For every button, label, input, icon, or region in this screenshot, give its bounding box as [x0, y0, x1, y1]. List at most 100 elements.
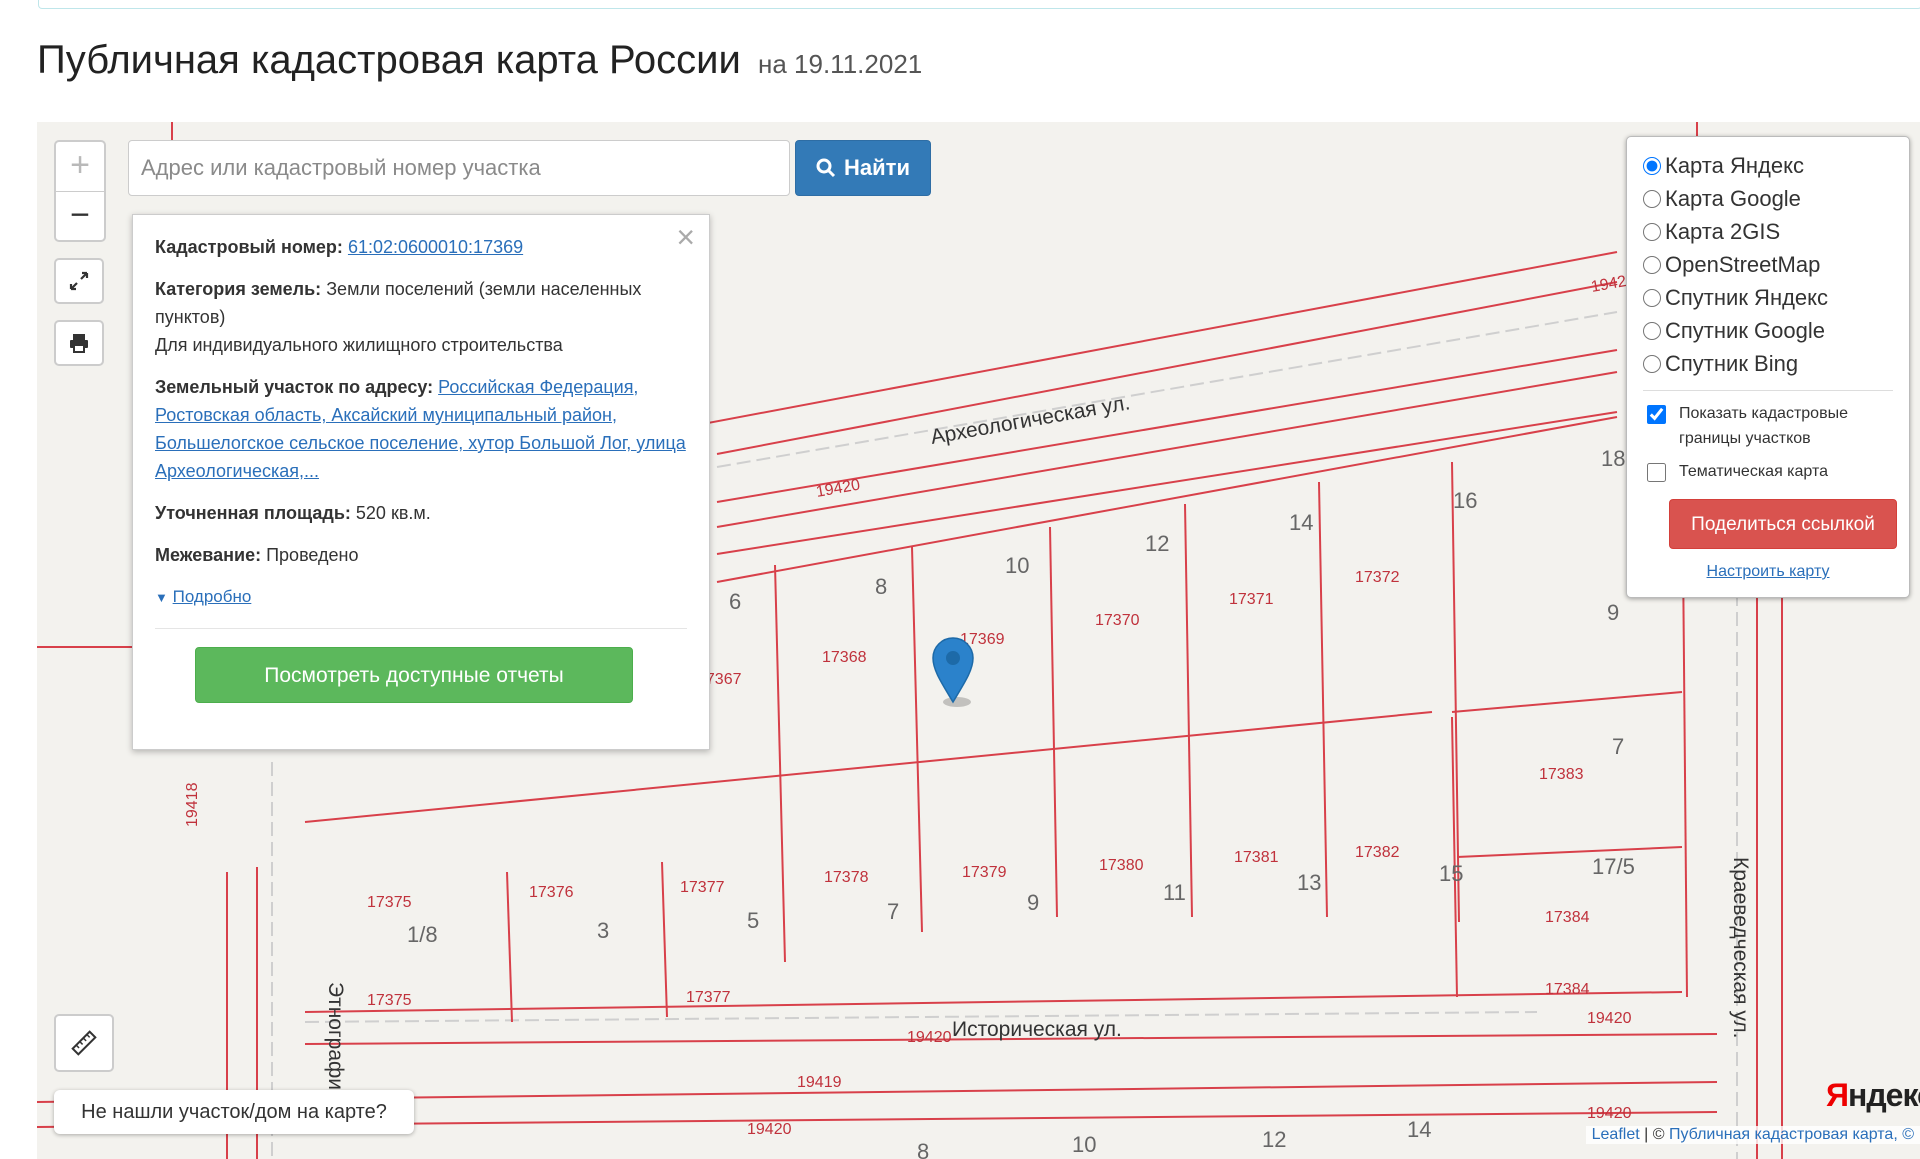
survey-label: Межевание: — [155, 545, 262, 565]
cadastral-number-link[interactable]: 61:02:0600010:17369 — [348, 237, 523, 257]
radio-google-map[interactable] — [1643, 189, 1661, 208]
svg-text:19418: 19418 — [184, 782, 201, 827]
svg-text:17371: 17371 — [1229, 591, 1274, 608]
layer-option-google-satellite[interactable]: Спутник Google — [1643, 314, 1893, 347]
usage-value: Для индивидуального жилищного строительс… — [155, 335, 563, 355]
svg-text:17384: 17384 — [1545, 909, 1590, 926]
svg-text:19420: 19420 — [1587, 1105, 1632, 1122]
svg-text:19419: 19419 — [797, 1074, 842, 1091]
survey-value: Проведено — [266, 545, 359, 565]
svg-text:17/5: 17/5 — [1592, 854, 1635, 879]
area-row: Уточненная площадь: 520 кв.м. — [155, 499, 687, 527]
svg-text:14: 14 — [1289, 510, 1313, 535]
search-input[interactable] — [128, 140, 790, 196]
layer-option-yandex-satellite[interactable]: Спутник Яндекс — [1643, 281, 1893, 314]
location-marker-icon — [932, 637, 974, 707]
show-boundaries-checkbox[interactable] — [1647, 405, 1666, 424]
layer-option-yandex-map[interactable]: Карта Яндекс — [1643, 149, 1893, 182]
close-icon[interactable]: × — [676, 221, 695, 253]
category-row: Категория земель: Земли поселений (земли… — [155, 275, 687, 359]
svg-text:9: 9 — [1027, 890, 1039, 915]
svg-text:17384: 17384 — [1545, 981, 1590, 998]
thematic-map-label: Тематическая карта — [1679, 463, 1829, 480]
parcel-info-popup: × Кадастровый номер: 61:02:0600010:17369… — [132, 214, 710, 750]
yandex-logo: Яндекс — [1826, 1077, 1920, 1113]
page-title: Публичная кадастровая карта России на 19… — [37, 38, 922, 83]
show-boundaries-label: Показать кадастровые границы участков — [1679, 405, 1848, 447]
svg-text:17377: 17377 — [686, 989, 731, 1006]
svg-text:17372: 17372 — [1355, 569, 1400, 586]
svg-text:17375: 17375 — [367, 894, 412, 911]
svg-text:17379: 17379 — [962, 864, 1007, 881]
radio-2gis-map[interactable] — [1643, 222, 1661, 241]
svg-text:10: 10 — [1005, 553, 1029, 578]
details-link[interactable]: Подробно — [173, 587, 252, 606]
svg-text:17370: 17370 — [1095, 612, 1140, 629]
svg-text:10: 10 — [1072, 1132, 1096, 1157]
search-button[interactable]: Найти — [795, 140, 931, 196]
layer-divider — [1643, 390, 1893, 391]
street-historical: Историческая ул. — [952, 1018, 1122, 1041]
measure-button[interactable] — [54, 1014, 114, 1072]
svg-text:3: 3 — [597, 918, 609, 943]
svg-text:6: 6 — [729, 589, 741, 614]
svg-text:1/8: 1/8 — [407, 922, 438, 947]
radio-osm[interactable] — [1643, 255, 1661, 274]
svg-text:19420: 19420 — [907, 1029, 952, 1046]
radio-bing-satellite[interactable] — [1643, 354, 1661, 373]
thematic-map-checkbox[interactable] — [1647, 463, 1666, 482]
layer-option-2gis-map[interactable]: Карта 2GIS — [1643, 215, 1893, 248]
cadastral-label: Кадастровый номер: — [155, 237, 343, 257]
zoom-in-button[interactable]: + — [56, 142, 104, 192]
svg-text:17381: 17381 — [1234, 849, 1279, 866]
zoom-control: + − — [54, 140, 106, 242]
svg-text:17376: 17376 — [529, 884, 574, 901]
popup-divider — [155, 628, 687, 629]
layer-option-google-map[interactable]: Карта Google — [1643, 182, 1893, 215]
zoom-out-button[interactable]: − — [56, 192, 104, 241]
ruler-icon — [71, 1030, 97, 1056]
layer-label: Спутник Google — [1665, 317, 1825, 343]
details-toggle[interactable]: ▼ Подробно — [155, 583, 687, 612]
svg-text:17377: 17377 — [680, 879, 725, 896]
street-ethno: Этнографи — [324, 982, 347, 1090]
svg-text:12: 12 — [1262, 1127, 1286, 1152]
street-kraeved: Краеведческая ул. — [1729, 857, 1752, 1038]
configure-map-link[interactable]: Настроить карту — [1643, 563, 1893, 581]
svg-text:14: 14 — [1407, 1117, 1431, 1142]
svg-text:15: 15 — [1439, 861, 1463, 886]
svg-text:19420: 19420 — [747, 1121, 792, 1138]
layer-label: OpenStreetMap — [1665, 251, 1821, 277]
layer-option-osm[interactable]: OpenStreetMap — [1643, 248, 1893, 281]
cadastral-row: Кадастровый номер: 61:02:0600010:17369 — [155, 233, 687, 261]
not-found-button[interactable]: Не нашли участок/дом на карте? — [54, 1090, 414, 1134]
area-value: 520 кв.м. — [355, 503, 431, 523]
thematic-map-toggle[interactable]: Тематическая карта — [1643, 459, 1893, 485]
layer-option-bing-satellite[interactable]: Спутник Bing — [1643, 347, 1893, 380]
category-label: Категория земель: — [155, 279, 322, 299]
fullscreen-button[interactable] — [54, 258, 104, 304]
print-button[interactable] — [54, 320, 104, 366]
show-boundaries-toggle[interactable]: Показать кадастровые границы участков — [1643, 401, 1893, 451]
share-link-button[interactable]: Поделиться ссылкой — [1669, 499, 1897, 549]
svg-text:9: 9 — [1607, 600, 1619, 625]
attribution-separator: | © — [1639, 1126, 1669, 1143]
expand-icon — [69, 271, 89, 291]
svg-text:17378: 17378 — [824, 869, 869, 886]
svg-text:17375: 17375 — [367, 992, 412, 1009]
view-reports-button[interactable]: Посмотреть доступные отчеты — [195, 647, 633, 703]
radio-google-satellite[interactable] — [1643, 321, 1661, 340]
map-attribution: Leaflet | © Публичная кадастровая карта,… — [1585, 1126, 1920, 1144]
pkk-link[interactable]: Публичная кадастровая карта, © — [1669, 1126, 1914, 1143]
layer-label: Карта 2GIS — [1665, 218, 1781, 244]
svg-text:16: 16 — [1453, 488, 1477, 513]
printer-icon — [70, 334, 88, 353]
radio-yandex-satellite[interactable] — [1643, 288, 1661, 307]
layer-label: Карта Google — [1665, 185, 1801, 211]
leaflet-link[interactable]: Leaflet — [1592, 1126, 1640, 1143]
page-title-date: на 19.11.2021 — [758, 49, 923, 79]
svg-text:17383: 17383 — [1539, 766, 1584, 783]
layer-label: Спутник Bing — [1665, 350, 1799, 376]
svg-text:17382: 17382 — [1355, 844, 1400, 861]
radio-yandex-map[interactable] — [1643, 156, 1661, 175]
